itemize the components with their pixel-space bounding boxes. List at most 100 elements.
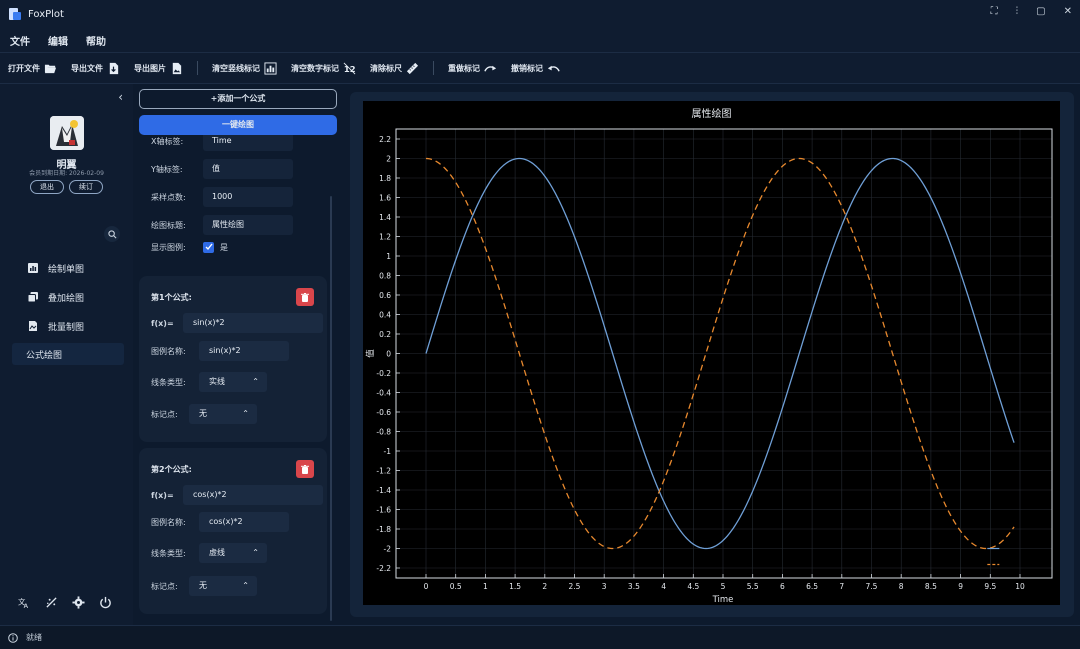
x-tick-label: 5.5 bbox=[747, 582, 759, 591]
delete-formula-button[interactable] bbox=[296, 460, 314, 478]
export-image-label: 导出图片 bbox=[134, 63, 166, 73]
pin-icon[interactable]: ⫶ bbox=[1016, 6, 1019, 17]
samples-row: 采样点数: 1000 bbox=[151, 187, 293, 207]
y-tick-label: 0.4 bbox=[379, 311, 391, 320]
collapse-sidebar-icon[interactable]: ‹ bbox=[118, 90, 123, 104]
x-tick-label: 1.5 bbox=[509, 582, 521, 591]
panel-scrollbar[interactable] bbox=[330, 196, 332, 621]
y-tick-label: -1.2 bbox=[376, 467, 391, 476]
one-click-plot-button[interactable]: 一键绘图 bbox=[139, 115, 337, 135]
legend-name-label: 图例名称: bbox=[151, 346, 186, 356]
delete-formula-button[interactable] bbox=[296, 288, 314, 306]
y-tick-label: 1.6 bbox=[379, 194, 391, 203]
ruler-icon bbox=[406, 62, 419, 74]
line-type-select[interactable]: 实线 ⌃ bbox=[199, 372, 267, 392]
window-controls: ⛶ ⫶ ▢ ✕ bbox=[991, 6, 1072, 17]
open-file-label: 打开文件 bbox=[8, 63, 40, 73]
clear-number-label: 清空数字标记 bbox=[291, 63, 339, 73]
y-tick-label: 0 bbox=[386, 350, 391, 359]
clear-ruler-button[interactable]: 清除标尺 bbox=[370, 62, 419, 75]
settings-icon[interactable] bbox=[72, 596, 85, 609]
menu-file[interactable]: 文件 bbox=[10, 33, 30, 48]
clear-vline-button[interactable]: 清空竖线标记 bbox=[212, 61, 277, 75]
membership-expiry: 会员到期日期: 2026-02-09 bbox=[29, 170, 104, 177]
info-icon bbox=[8, 632, 18, 643]
menu-edit[interactable]: 编辑 bbox=[48, 33, 68, 48]
x-tick-label: 2 bbox=[542, 582, 547, 591]
plot-svg[interactable]: 属性绘图 0 0.5 1 1.5 2 2.5 3 3.5 4 4.5 5 5.5 6 6.5 7 7.5 8 8.5… bbox=[363, 101, 1060, 605]
add-formula-button[interactable]: +添加一个公式 bbox=[139, 89, 337, 109]
batch-icon bbox=[29, 321, 37, 331]
fx-label: f(x)= bbox=[151, 318, 174, 328]
fx-input[interactable]: cos(x)*2 bbox=[183, 485, 323, 505]
y-axis-label: 值 bbox=[365, 349, 376, 358]
chevron-updown-icon: ⌃ bbox=[252, 377, 259, 386]
trash-icon bbox=[301, 464, 309, 474]
marker-value: 无 bbox=[199, 581, 207, 590]
check-icon bbox=[205, 243, 213, 251]
formula-card-2: 第2个公式: f(x)= cos(x)*2 图例名称: cos(x)*2 线条类… bbox=[139, 448, 327, 614]
y-tick-label: -0.2 bbox=[376, 369, 391, 378]
avatar[interactable] bbox=[50, 116, 84, 150]
marker-label: 标记点: bbox=[151, 581, 178, 591]
title-row: 绘图标题: 属性绘图 bbox=[151, 215, 293, 235]
formula-card-title: 第1个公式: bbox=[151, 293, 192, 302]
search-button[interactable] bbox=[104, 226, 120, 242]
fx-input[interactable]: sin(x)*2 bbox=[183, 313, 323, 333]
show-legend-checkbox[interactable] bbox=[203, 241, 214, 253]
samples-input[interactable]: 1000 bbox=[203, 187, 293, 207]
y-tick-label: 1 bbox=[386, 252, 391, 261]
show-legend-label: 显示图例: bbox=[151, 242, 186, 252]
marker-select[interactable]: 无 ⌃ bbox=[189, 404, 257, 424]
status-text: 就绪 bbox=[26, 633, 42, 642]
y-tick-label: 0.2 bbox=[379, 330, 391, 339]
power-icon[interactable] bbox=[99, 596, 112, 609]
fx-label: f(x)= bbox=[151, 490, 174, 500]
clear-ruler-label: 清除标尺 bbox=[370, 63, 402, 73]
y-tick-label: 1.4 bbox=[379, 213, 391, 222]
menu-help[interactable]: 帮助 bbox=[86, 33, 106, 48]
open-file-button[interactable]: 打开文件 bbox=[8, 62, 57, 75]
undo-mark-button[interactable]: 撤销标记 bbox=[511, 62, 560, 75]
y-tick-label: 2 bbox=[386, 155, 391, 164]
marker-label: 标记点: bbox=[151, 409, 178, 419]
legend-name-input[interactable]: sin(x)*2 bbox=[199, 341, 289, 361]
undo-mark-label: 撤销标记 bbox=[511, 63, 543, 73]
x-tick-label: 0 bbox=[424, 582, 429, 591]
line-type-select[interactable]: 虚线 ⌃ bbox=[199, 543, 267, 563]
nav-overlay-plot[interactable]: 叠加绘图 bbox=[12, 286, 124, 308]
nav-label: 绘制单图 bbox=[48, 264, 85, 275]
translate-icon[interactable]: 文A bbox=[18, 596, 31, 609]
export-image-button[interactable]: 导出图片 bbox=[134, 62, 183, 75]
file-export-icon bbox=[109, 62, 119, 74]
x-tick-label: 3.5 bbox=[628, 582, 640, 591]
y-tick-label: -2.2 bbox=[376, 564, 391, 573]
x-tick-label: 9.5 bbox=[984, 582, 996, 591]
fullscreen-icon[interactable]: ⛶ bbox=[991, 6, 998, 17]
redo-mark-button[interactable]: 重做标记 bbox=[448, 62, 497, 75]
x-tick-label: 4 bbox=[661, 582, 666, 591]
clear-number-button[interactable]: 清空数字标记 123 bbox=[291, 62, 356, 75]
x-tick-label: 10 bbox=[1015, 582, 1025, 591]
chart-canvas[interactable]: 属性绘图 0 0.5 1 1.5 2 2.5 3 3.5 4 4.5 5 5.5 6 6.5 7 7.5 8 8.5… bbox=[363, 101, 1060, 605]
x-tick-label: 8.5 bbox=[925, 582, 937, 591]
maximize-icon[interactable]: ▢ bbox=[1036, 6, 1045, 17]
nav-single-plot[interactable]: 绘制单图 bbox=[12, 257, 124, 279]
renew-button[interactable]: 续订 bbox=[69, 180, 103, 194]
clear-vline-label: 清空竖线标记 bbox=[212, 63, 260, 73]
title-input[interactable]: 属性绘图 bbox=[203, 215, 293, 235]
theme-toggle-icon[interactable] bbox=[45, 596, 58, 609]
marker-select[interactable]: 无 ⌃ bbox=[189, 576, 257, 596]
chevron-updown-icon: ⌃ bbox=[242, 581, 249, 590]
y-label-input[interactable]: 值 bbox=[203, 159, 293, 179]
export-file-button[interactable]: 导出文件 bbox=[71, 62, 120, 75]
line-type-label: 线条类型: bbox=[151, 377, 186, 387]
y-tick-label: -0.6 bbox=[376, 408, 391, 417]
logout-button[interactable]: 退出 bbox=[30, 180, 64, 194]
x-tick-label: 6.5 bbox=[806, 582, 818, 591]
close-icon[interactable]: ✕ bbox=[1064, 6, 1072, 17]
legend-name-input[interactable]: cos(x)*2 bbox=[199, 512, 289, 532]
nav-batch-plot[interactable]: 批量制图 bbox=[12, 315, 124, 337]
x-tick-label: 9 bbox=[958, 582, 963, 591]
nav-formula-plot[interactable]: 公式绘图 bbox=[12, 343, 124, 365]
